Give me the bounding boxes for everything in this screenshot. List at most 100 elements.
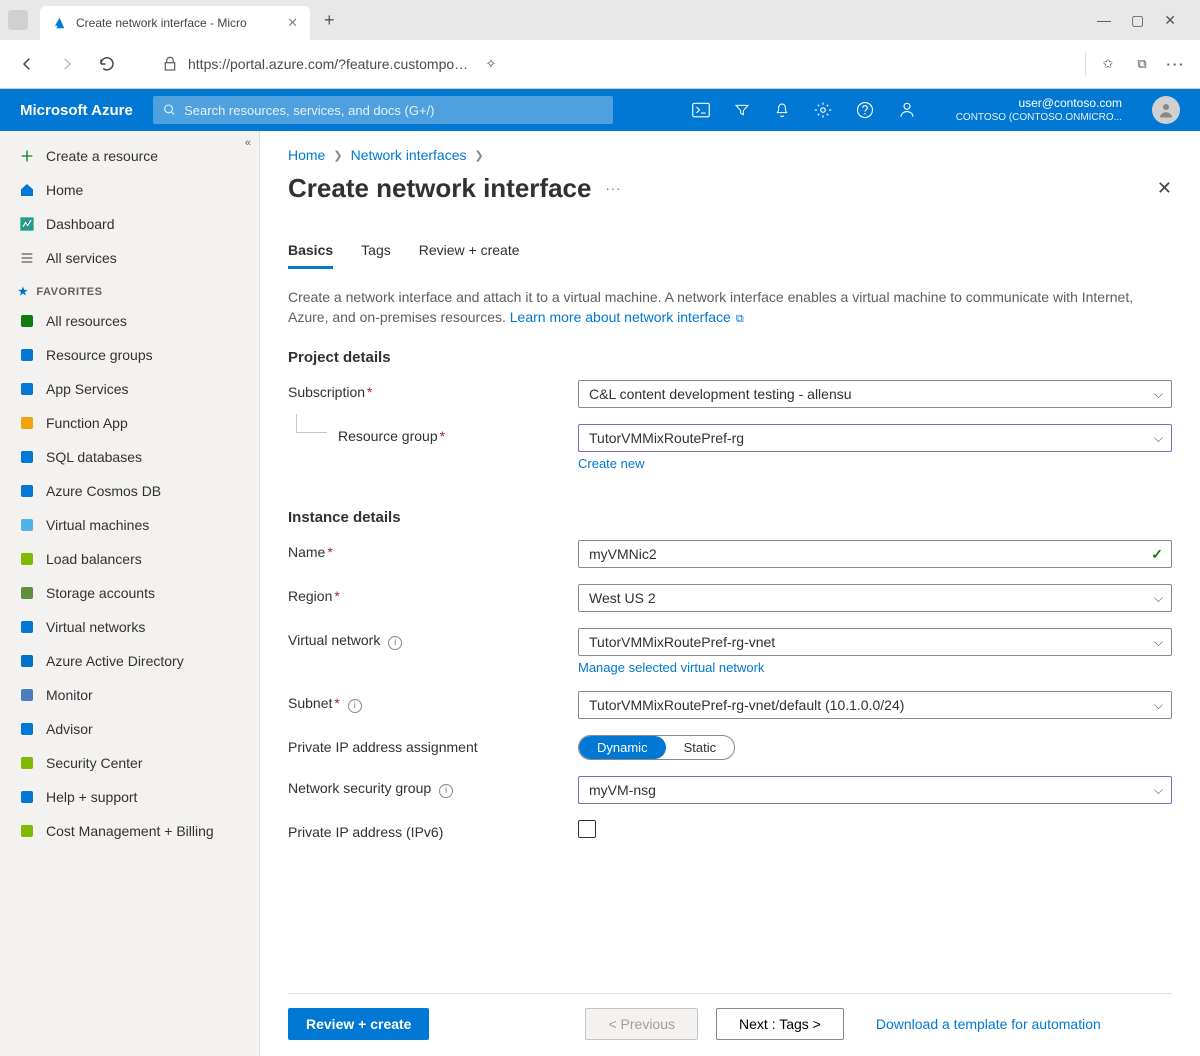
info-icon[interactable]: i <box>348 699 362 713</box>
project-details-header: Project details <box>288 349 1172 366</box>
window-panel-icon[interactable] <box>8 10 28 30</box>
service-icon <box>18 584 36 602</box>
chevron-down-icon: ⌵ <box>1154 591 1163 606</box>
service-icon <box>18 652 36 670</box>
sidebar-item-home[interactable]: Home <box>0 173 259 207</box>
tab-basics[interactable]: Basics <box>288 242 333 269</box>
minimize-icon[interactable]: — <box>1097 12 1111 29</box>
download-template-link[interactable]: Download a template for automation <box>876 1016 1101 1032</box>
sidebar-item-monitor[interactable]: Monitor <box>0 678 259 712</box>
resource-group-select[interactable]: TutorVMMixRoutePref-rg⌵ <box>578 424 1172 452</box>
back-button[interactable] <box>12 49 42 79</box>
pip-assignment-toggle: Dynamic Static <box>578 735 735 760</box>
subscription-select[interactable]: C&L content development testing - allens… <box>578 380 1172 408</box>
sidebar-item-function-app[interactable]: Function App <box>0 406 259 440</box>
dashboard-icon <box>18 215 36 233</box>
sidebar-item-resource-groups[interactable]: Resource groups <box>0 338 259 372</box>
global-search[interactable] <box>153 96 613 124</box>
sidebar-item-azure-cosmos-db[interactable]: Azure Cosmos DB <box>0 474 259 508</box>
region-select[interactable]: West US 2⌵ <box>578 584 1172 612</box>
vnet-select[interactable]: TutorVMMixRoutePref-rg-vnet⌵ <box>578 628 1172 656</box>
sidebar-item-load-balancers[interactable]: Load balancers <box>0 542 259 576</box>
close-blade-icon[interactable]: ✕ <box>1157 178 1172 199</box>
info-icon[interactable]: i <box>439 784 453 798</box>
filter-icon[interactable] <box>734 102 750 118</box>
sidebar-item-help-support[interactable]: Help + support <box>0 780 259 814</box>
sidebar-item-all-resources[interactable]: All resources <box>0 304 259 338</box>
sidebar-collapse-icon[interactable]: « <box>245 137 251 149</box>
manage-vnet-link[interactable]: Manage selected virtual network <box>578 660 764 675</box>
sidebar-item-virtual-machines[interactable]: Virtual machines <box>0 508 259 542</box>
chevron-down-icon: ⌵ <box>1154 635 1163 650</box>
refresh-button[interactable] <box>92 49 122 79</box>
azure-brand[interactable]: Microsoft Azure <box>20 102 133 119</box>
vnet-label: Virtual network i <box>288 628 578 650</box>
sidebar-item-advisor[interactable]: Advisor <box>0 712 259 746</box>
chevron-icon: ❯ <box>333 149 342 162</box>
feedback-icon[interactable] <box>898 101 916 119</box>
tab-close-icon[interactable]: ✕ <box>287 15 298 31</box>
tab-tags[interactable]: Tags <box>361 242 391 269</box>
sidebar-item-sql-databases[interactable]: SQL databases <box>0 440 259 474</box>
address-url[interactable]: https://portal.azure.com/?feature.custom… <box>188 56 469 72</box>
sidebar: « Create a resource Home Dashboard All s… <box>0 131 260 1056</box>
page-title: Create network interface <box>288 173 591 204</box>
external-link-icon: ⧉ <box>733 313 744 325</box>
service-icon <box>18 312 36 330</box>
tab-review-create[interactable]: Review + create <box>419 242 520 269</box>
browser-chrome: Create network interface - Micro ✕ + — ▢… <box>0 0 1200 89</box>
avatar[interactable] <box>1152 96 1180 124</box>
review-create-button[interactable]: Review + create <box>288 1008 429 1040</box>
settings-icon[interactable] <box>814 101 832 119</box>
service-icon <box>18 618 36 636</box>
pip-dynamic-option[interactable]: Dynamic <box>579 736 666 759</box>
lock-icon[interactable] <box>162 56 178 72</box>
search-input[interactable] <box>184 103 603 118</box>
name-label: Name* <box>288 540 578 560</box>
sidebar-item-virtual-networks[interactable]: Virtual networks <box>0 610 259 644</box>
cloud-shell-icon[interactable] <box>692 102 710 118</box>
browser-tab[interactable]: Create network interface - Micro ✕ <box>40 6 310 40</box>
region-label: Region* <box>288 584 578 604</box>
account-info[interactable]: user@contoso.com CONTOSO (CONTOSO.ONMICR… <box>956 96 1122 125</box>
breadcrumb-network-interfaces[interactable]: Network interfaces <box>351 147 467 163</box>
sidebar-item-storage-accounts[interactable]: Storage accounts <box>0 576 259 610</box>
sidebar-item-security-center[interactable]: Security Center <box>0 746 259 780</box>
help-icon[interactable] <box>856 101 874 119</box>
ipv6-checkbox[interactable] <box>578 820 596 838</box>
new-tab-button[interactable]: + <box>314 6 345 35</box>
next-button[interactable]: Next : Tags > <box>716 1008 844 1040</box>
sidebar-item-create-resource[interactable]: Create a resource <box>0 139 259 173</box>
sidebar-item-azure-active-directory[interactable]: Azure Active Directory <box>0 644 259 678</box>
sidebar-item-dashboard[interactable]: Dashboard <box>0 207 259 241</box>
nsg-select[interactable]: myVM-nsg⌵ <box>578 776 1172 804</box>
browser-menu-icon[interactable]: ··· <box>1164 57 1188 72</box>
collections-icon[interactable]: ⧉ <box>1130 56 1154 72</box>
breadcrumb-home[interactable]: Home <box>288 147 325 163</box>
service-icon <box>18 686 36 704</box>
subnet-select[interactable]: TutorVMMixRoutePref-rg-vnet/default (10.… <box>578 691 1172 719</box>
intro-text: Create a network interface and attach it… <box>288 288 1172 327</box>
sidebar-item-all-services[interactable]: All services <box>0 241 259 275</box>
notifications-icon[interactable] <box>774 101 790 119</box>
sidebar-item-app-services[interactable]: App Services <box>0 372 259 406</box>
page-more-icon[interactable]: ··· <box>605 181 621 196</box>
reading-mode-icon[interactable]: ✧ <box>479 56 503 72</box>
learn-more-link[interactable]: Learn more about network interface ⧉ <box>510 309 744 325</box>
sidebar-item-cost-management-billing[interactable]: Cost Management + Billing <box>0 814 259 848</box>
create-new-rg-link[interactable]: Create new <box>578 456 644 471</box>
service-icon <box>18 550 36 568</box>
favorite-icon[interactable]: ✩ <box>1096 56 1120 72</box>
resource-group-label: Resource group* <box>288 424 578 444</box>
close-window-icon[interactable]: ✕ <box>1164 12 1176 29</box>
name-input[interactable]: myVMNic2✓ <box>578 540 1172 568</box>
maximize-icon[interactable]: ▢ <box>1131 12 1144 29</box>
subscription-label: Subscription* <box>288 380 578 400</box>
azure-favicon <box>52 15 68 31</box>
breadcrumb: Home ❯ Network interfaces ❯ <box>288 147 1172 163</box>
forward-button <box>52 49 82 79</box>
service-icon <box>18 448 36 466</box>
service-icon <box>18 516 36 534</box>
info-icon[interactable]: i <box>388 636 402 650</box>
pip-static-option[interactable]: Static <box>666 736 735 759</box>
